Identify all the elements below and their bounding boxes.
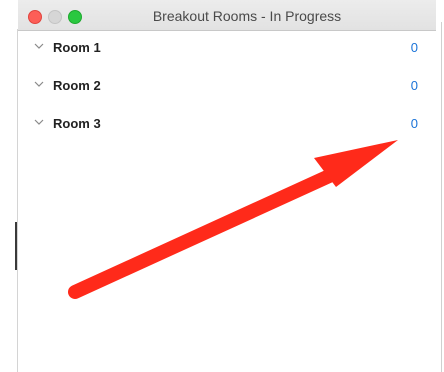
room-participant-count: 0 <box>410 116 418 131</box>
window-title: Breakout Rooms - In Progress <box>152 8 342 24</box>
breakout-rooms-window: Breakout Rooms - In Progress Room 1 0 Ro… <box>18 0 436 372</box>
room-label: Room 2 <box>53 78 101 93</box>
room-label: Room 3 <box>53 116 101 131</box>
chevron-down-icon[interactable] <box>34 41 44 51</box>
room-participant-count: 0 <box>410 40 418 55</box>
chevron-down-icon[interactable] <box>34 79 44 89</box>
room-label: Room 1 <box>53 40 101 55</box>
room-row-1[interactable]: Room 1 0 <box>18 30 436 68</box>
room-row-3[interactable]: Room 3 0 <box>18 106 436 144</box>
page: Breakout Rooms - In Progress Room 1 0 Ro… <box>0 0 444 372</box>
room-participant-count: 0 <box>410 78 418 93</box>
title-bar[interactable]: Breakout Rooms - In Progress <box>18 0 436 31</box>
chevron-down-icon[interactable] <box>34 117 44 127</box>
window-right-border <box>441 22 442 372</box>
room-row-2[interactable]: Room 2 0 <box>18 68 436 106</box>
background-window-edge-dark <box>15 222 17 270</box>
